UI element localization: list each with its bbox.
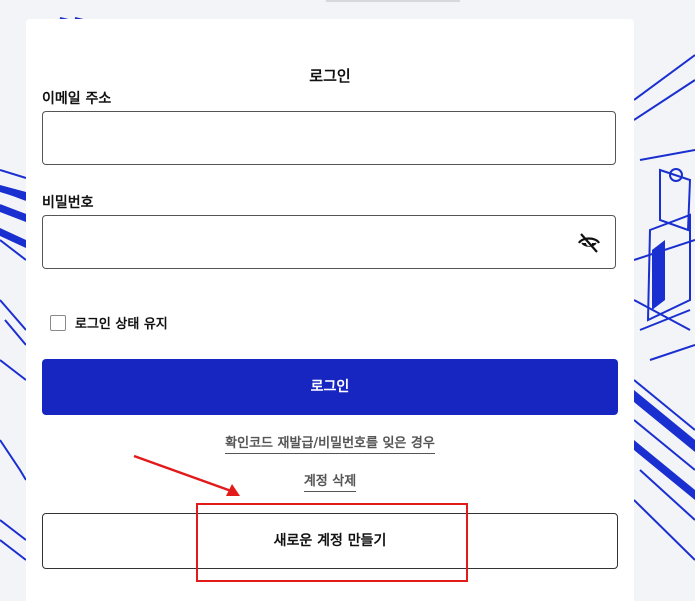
- reset-password-link[interactable]: 확인코드 재발급/비밀번호를 잊은 경우: [225, 436, 435, 454]
- remember-me-label: 로그인 상태 유지: [75, 317, 168, 332]
- password-field[interactable]: [43, 216, 615, 268]
- email-field-wrapper: [42, 111, 616, 165]
- delete-account-link[interactable]: 계정 삭제: [303, 474, 357, 492]
- reset-link-row: 확인코드 재발급/비밀번호를 잊은 경우: [26, 432, 634, 454]
- password-label: 비밀번호: [42, 195, 94, 211]
- password-field-wrapper: [42, 215, 616, 269]
- annotation-arrow: [133, 454, 240, 496]
- top-tab-indicator: [326, 0, 460, 2]
- page-title: 로그인: [309, 67, 351, 85]
- email-field[interactable]: [43, 112, 615, 164]
- remember-me-checkbox[interactable]: 로그인 상태 유지: [50, 313, 168, 332]
- annotation-highlight-box: [196, 503, 468, 582]
- login-button[interactable]: 로그인: [42, 359, 618, 415]
- delete-link-row: 계정 삭제: [26, 470, 634, 492]
- email-label: 이메일 주소: [42, 91, 112, 107]
- login-page: 로그인 이메일 주소 비밀번호 로그인 상태 유지 로그인 확인코드 재발급/비…: [0, 0, 695, 601]
- eye-off-icon[interactable]: [577, 231, 601, 255]
- checkbox-box[interactable]: [50, 314, 66, 331]
